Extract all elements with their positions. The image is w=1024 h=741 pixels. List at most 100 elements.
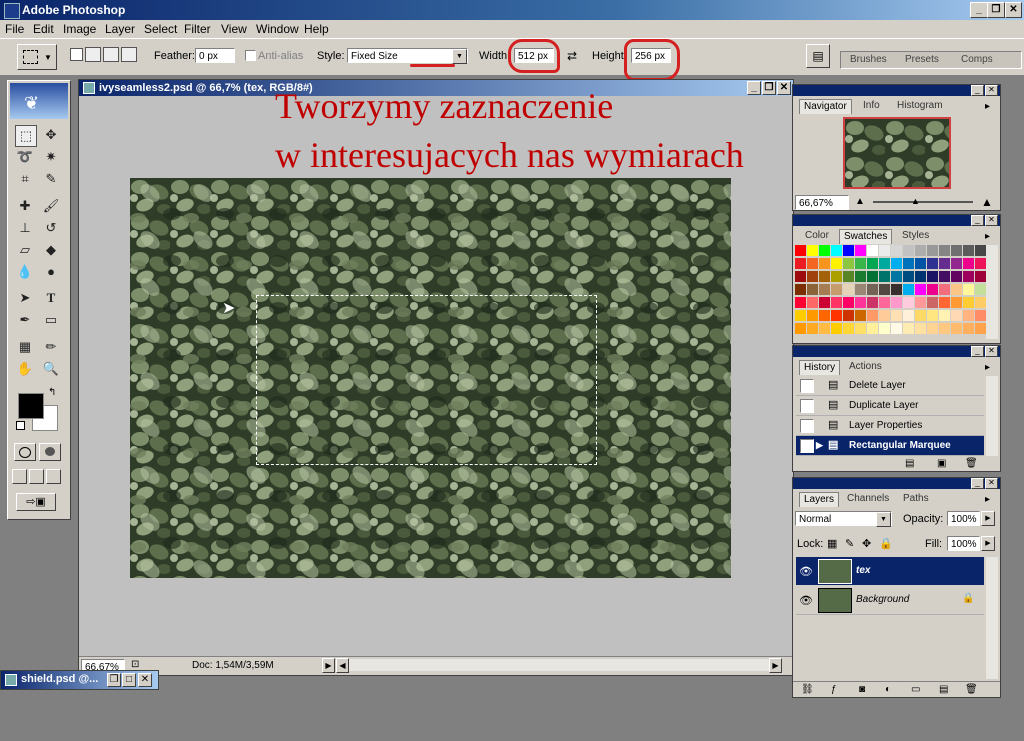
color-swatch[interactable] bbox=[879, 245, 890, 256]
color-swatch[interactable] bbox=[903, 297, 914, 308]
notes-tool-icon[interactable]: ▦ bbox=[15, 337, 35, 357]
panel-menu-icon[interactable]: ▸ bbox=[985, 231, 990, 242]
status-arrow-icon[interactable]: ▶ bbox=[322, 658, 335, 673]
color-swatch[interactable] bbox=[963, 284, 974, 295]
lasso-tool-icon[interactable]: ➰ bbox=[15, 147, 35, 167]
link-layers-icon[interactable]: ⛓ bbox=[801, 684, 814, 695]
menu-select[interactable]: Select bbox=[144, 22, 177, 36]
history-brush-tool-icon[interactable]: ↺ bbox=[41, 218, 61, 238]
color-swatch[interactable] bbox=[879, 323, 890, 334]
color-swatch[interactable] bbox=[807, 271, 818, 282]
path-selection-tool-icon[interactable]: ➤ bbox=[15, 288, 35, 308]
panel-title-bar[interactable]: _ ✕ bbox=[793, 478, 1000, 489]
color-swatch[interactable] bbox=[927, 284, 938, 295]
dodge-tool-icon[interactable]: ● bbox=[41, 262, 61, 282]
color-swatch[interactable] bbox=[795, 284, 806, 295]
swap-dimensions-icon[interactable]: ⇄ bbox=[567, 49, 577, 63]
color-swatch[interactable] bbox=[855, 297, 866, 308]
color-swatch[interactable] bbox=[939, 271, 950, 282]
color-swatch[interactable] bbox=[819, 271, 830, 282]
new-layer-icon[interactable]: ▤ bbox=[939, 684, 948, 695]
color-swatch[interactable] bbox=[795, 310, 806, 321]
color-swatch[interactable] bbox=[891, 323, 902, 334]
menu-edit[interactable]: Edit bbox=[33, 22, 54, 36]
tab-swatches[interactable]: Swatches bbox=[839, 229, 893, 244]
menu-file[interactable]: File bbox=[5, 22, 24, 36]
color-swatch[interactable] bbox=[831, 297, 842, 308]
color-swatch[interactable] bbox=[915, 245, 926, 256]
color-swatch[interactable] bbox=[951, 245, 962, 256]
color-swatch[interactable] bbox=[843, 310, 854, 321]
zoom-slider-handle[interactable]: ▲ bbox=[911, 196, 920, 206]
tab-color[interactable]: Color bbox=[801, 229, 833, 243]
color-swatch[interactable] bbox=[927, 310, 938, 321]
pen-tool-icon[interactable]: ✒ bbox=[15, 310, 35, 330]
color-swatch[interactable] bbox=[951, 271, 962, 282]
color-swatch[interactable] bbox=[951, 310, 962, 321]
quick-mask-mode-icon[interactable] bbox=[39, 443, 61, 461]
feather-input[interactable]: 0 px bbox=[195, 48, 235, 63]
color-swatch[interactable] bbox=[963, 297, 974, 308]
palette-tab-comps[interactable]: Comps bbox=[961, 54, 993, 65]
color-swatch[interactable] bbox=[903, 258, 914, 269]
color-swatch[interactable] bbox=[879, 310, 890, 321]
color-swatch[interactable] bbox=[843, 271, 854, 282]
color-swatch[interactable] bbox=[927, 297, 938, 308]
color-swatch[interactable] bbox=[867, 271, 878, 282]
color-swatch[interactable] bbox=[807, 310, 818, 321]
panel-title-bar[interactable]: _ ✕ bbox=[793, 346, 1000, 357]
color-swatch[interactable] bbox=[807, 245, 818, 256]
maximize-button[interactable]: ❐ bbox=[987, 2, 1005, 18]
layer-row-background[interactable]: 👁 Background 🔒 bbox=[796, 586, 984, 615]
tab-channels[interactable]: Channels bbox=[843, 492, 893, 506]
eyedropper-tool-icon[interactable]: ✏ bbox=[41, 337, 61, 357]
color-swatch[interactable] bbox=[915, 323, 926, 334]
close-button[interactable]: ✕ bbox=[138, 673, 152, 687]
swap-colors-icon[interactable]: ↰ bbox=[48, 387, 56, 398]
palette-tab-brushes[interactable]: Brushes bbox=[850, 54, 887, 65]
color-swatch[interactable] bbox=[951, 297, 962, 308]
color-swatch[interactable] bbox=[951, 323, 962, 334]
color-swatch[interactable] bbox=[891, 245, 902, 256]
color-swatch[interactable] bbox=[915, 271, 926, 282]
minimized-document-window[interactable]: shield.psd @... ❐ □ ✕ bbox=[0, 670, 159, 690]
zoom-out-icon[interactable]: ▲ bbox=[855, 196, 865, 207]
color-swatch[interactable] bbox=[951, 258, 962, 269]
panel-close-button[interactable]: ✕ bbox=[985, 85, 998, 96]
panel-menu-icon[interactable]: ▸ bbox=[985, 101, 990, 112]
color-swatch[interactable] bbox=[975, 245, 986, 256]
restore-button[interactable]: ❐ bbox=[107, 673, 121, 687]
palette-tab-presets[interactable]: Presets bbox=[905, 54, 939, 65]
color-swatch[interactable] bbox=[819, 284, 830, 295]
history-item-duplicate-layer[interactable]: ▤ Duplicate Layer bbox=[796, 396, 984, 416]
color-swatch[interactable] bbox=[843, 323, 854, 334]
color-swatch[interactable] bbox=[843, 245, 854, 256]
menu-help[interactable]: Help bbox=[304, 22, 329, 36]
panel-title-bar[interactable]: _ ✕ bbox=[793, 215, 1000, 226]
color-swatch[interactable] bbox=[939, 297, 950, 308]
color-swatch[interactable] bbox=[819, 245, 830, 256]
fill-input[interactable]: 100% bbox=[947, 536, 980, 551]
zoom-slider[interactable] bbox=[873, 201, 973, 203]
panel-close-button[interactable]: ✕ bbox=[985, 346, 998, 357]
color-swatch[interactable] bbox=[855, 271, 866, 282]
color-swatch[interactable] bbox=[963, 245, 974, 256]
panel-minimize-button[interactable]: _ bbox=[971, 215, 984, 226]
panel-title-bar[interactable]: _ ✕ bbox=[793, 85, 1000, 96]
doc-close-button[interactable]: ✕ bbox=[777, 81, 791, 95]
color-swatch[interactable] bbox=[891, 310, 902, 321]
color-swatch[interactable] bbox=[903, 271, 914, 282]
color-swatch[interactable] bbox=[903, 323, 914, 334]
menu-view[interactable]: View bbox=[221, 22, 247, 36]
color-swatch[interactable] bbox=[867, 284, 878, 295]
color-swatch[interactable] bbox=[843, 258, 854, 269]
color-swatch[interactable] bbox=[963, 323, 974, 334]
navigator-thumbnail[interactable] bbox=[843, 117, 951, 189]
doc-minimize-button[interactable]: _ bbox=[747, 81, 761, 95]
tab-styles[interactable]: Styles bbox=[898, 229, 933, 243]
color-swatch[interactable] bbox=[807, 284, 818, 295]
clone-stamp-tool-icon[interactable]: ⊥ bbox=[15, 218, 35, 238]
scroll-left-button[interactable]: ◀ bbox=[336, 658, 349, 673]
color-swatch[interactable] bbox=[795, 245, 806, 256]
color-swatch[interactable] bbox=[903, 310, 914, 321]
